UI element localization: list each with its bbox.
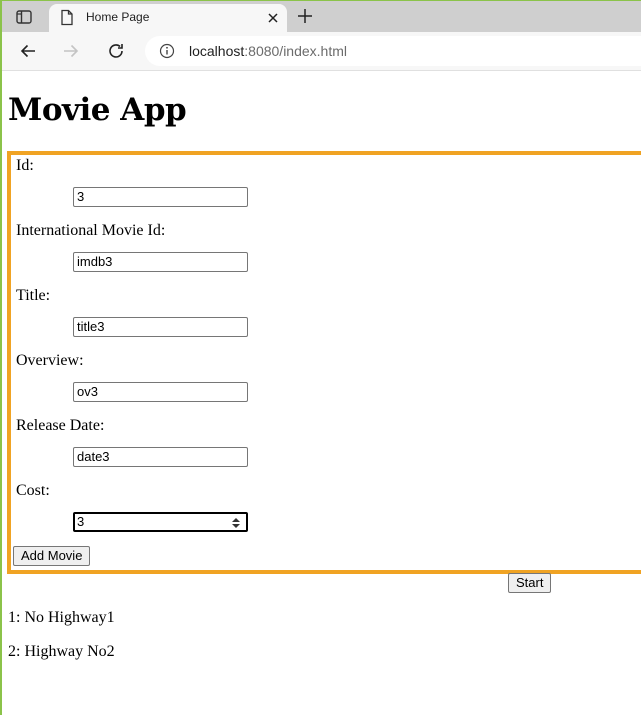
spinner-arrows-icon[interactable] <box>231 517 241 533</box>
movie-list-item: 2: Highway No2 <box>8 643 115 660</box>
tab-home-page[interactable]: Home Page <box>49 4 287 32</box>
release-date-label: Release Date: <box>16 417 105 434</box>
add-movie-button[interactable]: Add Movie <box>13 546 91 566</box>
url-text: localhost:8080/index.html <box>189 43 347 59</box>
plus-icon[interactable] <box>296 7 314 29</box>
imdb-id-input[interactable]: imdb3 <box>73 252 248 272</box>
id-input[interactable]: 3 <box>73 187 248 207</box>
url-host: localhost <box>189 43 245 59</box>
window-edge-left <box>0 0 2 715</box>
id-label: Id: <box>16 157 34 174</box>
forward-arrow-icon[interactable] <box>61 41 81 65</box>
address-bar[interactable]: localhost:8080/index.html <box>145 36 641 66</box>
page-title: Movie App <box>8 92 187 128</box>
page-icon <box>60 9 74 30</box>
overview-input[interactable]: ov3 <box>73 382 248 402</box>
release-date-input[interactable]: date3 <box>73 447 248 467</box>
imdb-id-label: International Movie Id: <box>16 222 166 239</box>
start-button[interactable]: Start <box>508 573 552 593</box>
add-movie-form: Id: 3 International Movie Id: imdb3 Titl… <box>7 151 641 574</box>
tab-bar: Home Page <box>2 1 641 32</box>
cost-number-input[interactable]: 3 <box>73 512 248 532</box>
back-arrow-icon[interactable] <box>18 41 38 65</box>
close-icon[interactable] <box>265 10 281 30</box>
overview-label: Overview: <box>16 352 84 369</box>
url-path: :8080/index.html <box>244 43 347 59</box>
info-icon[interactable] <box>159 43 175 63</box>
sidebar-toggle-icon[interactable] <box>16 9 32 24</box>
title-label: Title: <box>16 287 51 304</box>
movie-list-item: 1: No Highway1 <box>8 609 115 626</box>
cost-value: 3 <box>77 514 85 529</box>
navigation-bar: localhost:8080/index.html <box>2 32 641 71</box>
tab-title: Home Page <box>86 10 150 24</box>
cost-label: Cost: <box>16 482 50 499</box>
title-input[interactable]: title3 <box>73 317 248 337</box>
reload-icon[interactable] <box>106 41 126 65</box>
